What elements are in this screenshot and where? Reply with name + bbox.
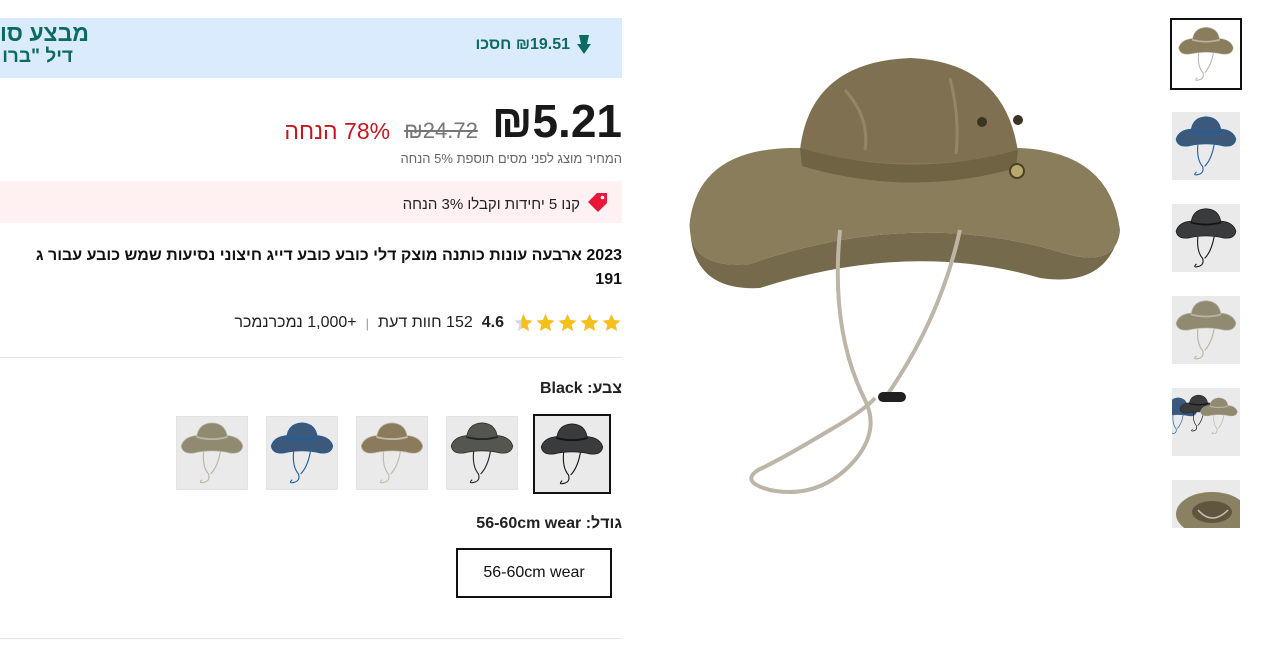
price-row: ₪5.21 ₪24.72 78% הנחה xyxy=(222,93,622,149)
deal-banner[interactable]: מבצע סו דיל "ברו ₪19.51 חסכו xyxy=(0,18,622,78)
product-title-line: 2023 ארבעה עונות כותנה מוצק דלי כובע כוב… xyxy=(35,247,622,264)
thumbnail-3[interactable] xyxy=(1172,204,1240,272)
color-swatch-beige[interactable] xyxy=(176,416,248,490)
star-icon xyxy=(580,314,599,331)
tax-note: המחיר מוצג לפני מסים תוספת 5% הנחה xyxy=(400,151,622,166)
hat-icon xyxy=(1172,204,1240,272)
hats-group-icon xyxy=(1172,394,1238,435)
original-price: ₪24.72 xyxy=(404,118,478,143)
star-icon xyxy=(514,314,533,331)
hat-icon xyxy=(447,417,517,489)
hat-icon xyxy=(357,417,427,489)
down-arrow-icon xyxy=(576,35,592,55)
star-rating xyxy=(513,313,622,333)
deal-subtitle: דיל "ברו xyxy=(2,46,73,67)
thumbnail-6[interactable] xyxy=(1172,480,1240,528)
bulk-discount-banner[interactable]: קנו 5 יחידות וקבלו 3% הנחה xyxy=(0,181,622,223)
divider xyxy=(0,638,622,639)
star-icon xyxy=(602,314,621,331)
thumbnail-5[interactable] xyxy=(1172,388,1240,456)
rating-row[interactable]: 4.6 152 חוות דעת | +1,000 נמכרנמכר xyxy=(234,313,622,333)
product-title: 2023 ארבעה עונות כותנה מוצק דלי כובע כוב… xyxy=(0,244,622,292)
star-icon xyxy=(536,314,555,331)
divider xyxy=(0,357,622,358)
rating-value: 4.6 xyxy=(481,314,504,331)
star-icon xyxy=(558,314,577,331)
thumbnail-1[interactable] xyxy=(1170,18,1242,90)
thumbnail-2[interactable] xyxy=(1172,112,1240,180)
product-title-line: 191 xyxy=(595,271,622,288)
size-label: גודל: 56-60cm wear xyxy=(476,515,622,532)
savings-text: ₪19.51 חסכו xyxy=(475,36,570,53)
hat-icon xyxy=(1176,492,1240,528)
color-swatch-khaki[interactable] xyxy=(356,416,428,490)
current-price: ₪5.21 xyxy=(491,95,622,147)
bulk-discount-text: קנו 5 יחידות וקבלו 3% הנחה xyxy=(402,195,580,213)
hat-icon xyxy=(537,418,607,490)
reviews-link[interactable]: 152 חוות דעת xyxy=(378,314,473,332)
color-swatch-navy-blue[interactable] xyxy=(266,416,338,490)
discount-percent: 78% הנחה xyxy=(284,118,391,144)
hat-icon xyxy=(1172,296,1240,364)
size-option-button[interactable]: 56-60cm wear xyxy=(456,548,612,598)
savings-badge: ₪19.51 חסכו xyxy=(475,35,592,55)
main-product-image[interactable] xyxy=(660,30,1150,520)
bucket-hat-image xyxy=(689,58,1120,494)
price-tag-icon xyxy=(588,192,608,216)
hat-icon xyxy=(1172,112,1240,180)
color-swatch-dark-gray[interactable] xyxy=(446,416,518,490)
separator: | xyxy=(365,315,370,331)
color-swatch-black[interactable] xyxy=(533,414,611,494)
deal-title: מבצע סו xyxy=(0,20,89,46)
hat-icon xyxy=(267,417,337,489)
hat-icon xyxy=(177,417,247,489)
thumbnail-4[interactable] xyxy=(1172,296,1240,364)
sold-count: +1,000 נמכרנמכר xyxy=(234,314,357,331)
hat-icon xyxy=(1175,23,1237,85)
color-label: צבע: Black xyxy=(539,380,622,397)
